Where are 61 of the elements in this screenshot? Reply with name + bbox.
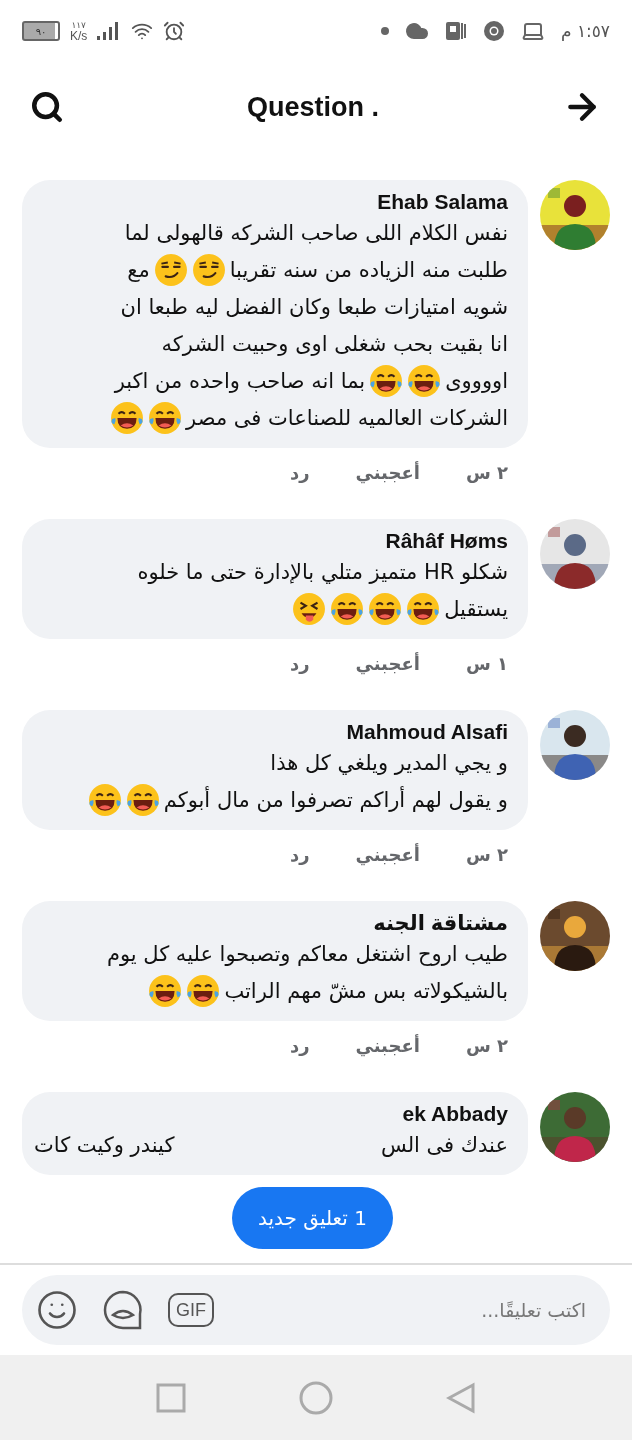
laughing-emoji-icon <box>87 783 122 817</box>
comment-time: ١ س <box>465 653 508 674</box>
comment-time: ٢ س <box>465 462 508 483</box>
comment-text: بما انه صاحب واحده من اكبر <box>114 369 366 393</box>
reply-link[interactable]: رد <box>289 462 310 483</box>
comment-text: شويه امتيازات طبعا وكان الفضل ليه طبعا ان <box>120 295 508 319</box>
comment-text: الشركات العالميه للصناعات فى مصر <box>186 406 508 430</box>
new-comment-button[interactable]: 1 تعليق جديد <box>232 1187 393 1249</box>
battery-icon: ٩٠ <box>22 21 60 41</box>
search-button[interactable] <box>30 90 64 124</box>
dot-icon <box>380 27 389 35</box>
alarm-icon <box>163 20 186 42</box>
comment-text: شكلو HR متميز متلي بالإدارة حتى ما خلوه <box>137 560 508 584</box>
squinting-tongue-emoji-icon <box>292 592 327 626</box>
author-name[interactable]: Mahmoud Alsafi <box>346 720 508 744</box>
comment-text: و يجي المدير ويلغي كل هذا <box>270 751 508 775</box>
comment-text: طلبت منه الزياده من سنه تقريبا <box>229 258 508 282</box>
network-speed: ١١٧ <box>71 20 86 30</box>
comment-text: مع <box>127 258 150 282</box>
comment-text: بالشيكولاته بس مشّ مهم الراتب <box>224 979 508 1003</box>
laughing-emoji-icon <box>369 364 404 398</box>
smirking-emoji-icon <box>153 253 188 287</box>
author-name[interactable]: ek Abbady <box>402 1102 508 1126</box>
comment-time: ٢ س <box>465 844 508 865</box>
reply-link[interactable]: رد <box>289 844 310 865</box>
page-title: Question . <box>247 91 379 123</box>
browser-icon <box>482 20 505 42</box>
sticker-button[interactable] <box>102 1289 144 1331</box>
author-name[interactable]: Râhâf Høms <box>385 529 508 553</box>
reply-link[interactable]: رد <box>289 653 310 674</box>
comment-text: يستقيل <box>444 597 508 621</box>
clock-time: ١:٥٧ م <box>560 21 610 41</box>
app-icon <box>444 20 467 42</box>
laughing-emoji-icon <box>406 592 441 626</box>
laughing-emoji-icon <box>125 783 160 817</box>
laughing-emoji-icon <box>330 592 365 626</box>
like-link[interactable]: أعجبني <box>355 653 420 674</box>
laughing-emoji-icon <box>368 592 403 626</box>
laughing-emoji-icon <box>407 364 442 398</box>
author-name[interactable]: Ehab Salama <box>377 190 508 214</box>
comment-text: طيب اروح اشتغل معاكم وتصبحوا عليه كل يوم <box>106 942 508 966</box>
emoji-button[interactable] <box>36 1289 78 1331</box>
comment-text: كيندر وكيت كات <box>34 1133 175 1157</box>
speed-unit: K/s <box>70 29 88 42</box>
comment-text: عندك فى الس <box>380 1133 508 1157</box>
comment-text: اووووى <box>445 369 508 393</box>
reply-link[interactable]: رد <box>289 1035 310 1056</box>
gif-button[interactable]: GIF <box>168 1293 214 1327</box>
laughing-emoji-icon <box>110 401 145 435</box>
comment-text: نفس الكلام اللى صاحب الشركه قالهولى لما <box>124 221 508 245</box>
comment-time: ٢ س <box>465 1035 508 1056</box>
author-name[interactable]: مشتاقة الجنه <box>373 911 508 935</box>
comment-text: و يقول لهم أراكم تصرفوا من مال أبوكم <box>163 788 508 812</box>
laughing-emoji-icon <box>148 401 183 435</box>
laughing-emoji-icon <box>186 974 221 1008</box>
like-link[interactable]: أعجبني <box>355 1035 420 1056</box>
like-link[interactable]: أعجبني <box>355 844 420 865</box>
laughing-emoji-icon <box>148 974 183 1008</box>
comment-text: انا بقيت بحب شغلى اوى وحبيت الشركه <box>161 332 508 356</box>
smirking-emoji-icon <box>191 253 226 287</box>
like-link[interactable]: أعجبني <box>355 462 420 483</box>
